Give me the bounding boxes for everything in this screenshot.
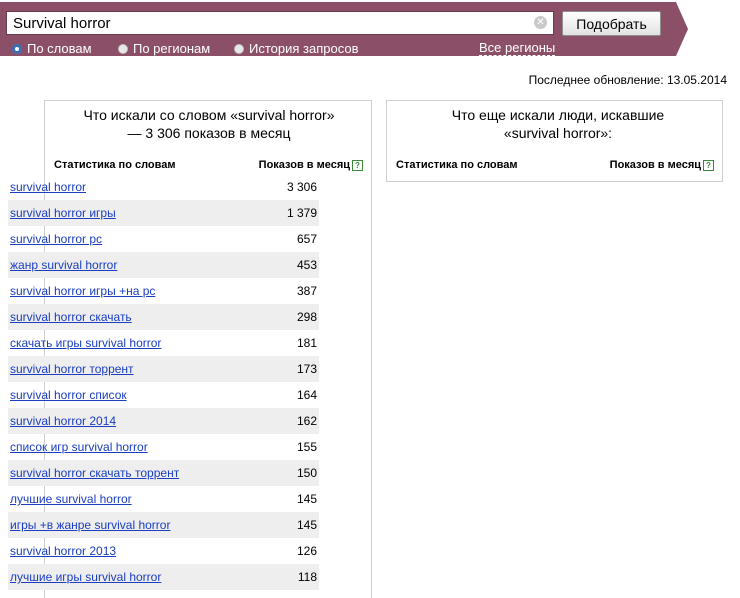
phrase-link[interactable]: survival horror 2013 <box>10 544 116 558</box>
panel-title: Что еще искали люди, искавшие «survival … <box>451 107 665 141</box>
phrase-link[interactable]: survival horror торрент <box>10 362 134 376</box>
phrase-link[interactable]: survival horror <box>10 180 86 194</box>
table-row: survival horror pc 657 <box>8 226 319 252</box>
related-stats-panel: Что еще искали люди, искавшие «survival … <box>386 100 723 182</box>
phrase-link[interactable]: survival horror игры <box>10 206 116 220</box>
impressions-count: 173 <box>296 362 317 376</box>
clear-icon[interactable]: ✕ <box>534 16 547 29</box>
table-row: список игр survival horror 155 <box>8 434 319 460</box>
col-count-header: Показов в месяц? <box>610 159 714 171</box>
table-row: survival horror 3 306 <box>8 174 319 200</box>
last-update: Последнее обновление: 13.05.2014 <box>528 73 727 87</box>
words-table: survival horror 3 306 survival horror игры… <box>8 174 319 590</box>
col-count-label: Показов в месяц <box>609 159 701 171</box>
impressions-count: 155 <box>296 440 317 454</box>
mode-by-words-radio[interactable]: По словам <box>12 41 92 56</box>
radio-icon <box>118 44 128 54</box>
mode-label: История запросов <box>249 41 359 56</box>
impressions-count: 181 <box>296 336 317 350</box>
impressions-count: 657 <box>296 232 317 246</box>
mode-label: По регионам <box>133 41 211 56</box>
impressions-count: 118 <box>297 570 317 584</box>
table-row: survival horror 2013 126 <box>8 538 319 564</box>
impressions-count: 453 <box>296 258 317 272</box>
table-row: survival horror игры +на pc 387 <box>8 278 319 304</box>
table-row: скачать игры survival horror 181 <box>8 330 319 356</box>
help-icon[interactable]: ? <box>352 160 363 171</box>
col-count-header: Показов в месяц? <box>259 159 363 171</box>
impressions-count: 164 <box>296 388 317 402</box>
phrase-link[interactable]: survival horror список <box>10 388 127 402</box>
table-row: survival horror список 164 <box>8 382 319 408</box>
col-count-label: Показов в месяц <box>258 159 350 171</box>
radio-icon <box>234 44 244 54</box>
phrase-link[interactable]: лучшие survival horror <box>10 492 132 506</box>
impressions-count: 145 <box>296 492 317 506</box>
col-phrase-header: Статистика по словам <box>396 159 518 171</box>
phrase-link[interactable]: survival horror 2014 <box>10 414 116 428</box>
impressions-count: 298 <box>296 310 317 324</box>
phrase-link[interactable]: список игр survival horror <box>10 440 148 454</box>
table-row: survival horror 2014 162 <box>8 408 319 434</box>
impressions-count: 387 <box>296 284 317 298</box>
phrase-link[interactable]: лучшие игры survival horror <box>10 570 161 584</box>
search-bar: ✕ Подобрать По словам По регионам Истори… <box>0 2 676 56</box>
table-row: лучшие survival horror 145 <box>8 486 319 512</box>
radio-selected-icon <box>12 44 22 54</box>
phrase-link[interactable]: survival horror pc <box>10 232 102 246</box>
impressions-count: 162 <box>296 414 317 428</box>
phrase-link[interactable]: survival horror скачать <box>10 310 132 324</box>
phrase-link[interactable]: скачать игры survival horror <box>10 336 161 350</box>
phrase-link[interactable]: survival horror скачать торрент <box>10 466 179 480</box>
impressions-count: 3 306 <box>286 180 317 194</box>
mode-label: По словам <box>27 41 92 56</box>
table-row: survival horror торрент 173 <box>8 356 319 382</box>
table-row: survival horror скачать 298 <box>8 304 319 330</box>
phrase-link[interactable]: survival horror игры +на pc <box>10 284 155 298</box>
impressions-count: 150 <box>296 466 317 480</box>
phrase-link[interactable]: игры +в жанре survival horror <box>10 518 170 532</box>
col-phrase-header: Статистика по словам <box>54 159 176 171</box>
searchbar-arrow <box>676 2 688 56</box>
help-icon[interactable]: ? <box>703 160 714 171</box>
search-input[interactable] <box>6 11 554 35</box>
table-row: жанр survival horror 453 <box>8 252 319 278</box>
all-regions-link[interactable]: Все регионы <box>479 40 556 56</box>
impressions-count: 145 <box>296 518 317 532</box>
mode-history-radio[interactable]: История запросов <box>234 41 359 56</box>
table-row: лучшие игры survival horror 118 <box>8 564 319 590</box>
table-row: игры +в жанре survival horror 145 <box>8 512 319 538</box>
phrase-link[interactable]: жанр survival horror <box>10 258 117 272</box>
panel-title: Что искали со словом «survival horror» —… <box>83 107 335 141</box>
impressions-count: 126 <box>296 544 317 558</box>
submit-button[interactable]: Подобрать <box>562 11 661 36</box>
mode-by-regions-radio[interactable]: По регионам <box>118 41 210 56</box>
table-row: survival horror скачать торрент 150 <box>8 460 319 486</box>
table-row: survival horror игры 1 379 <box>8 200 319 226</box>
impressions-count: 1 379 <box>286 206 317 220</box>
